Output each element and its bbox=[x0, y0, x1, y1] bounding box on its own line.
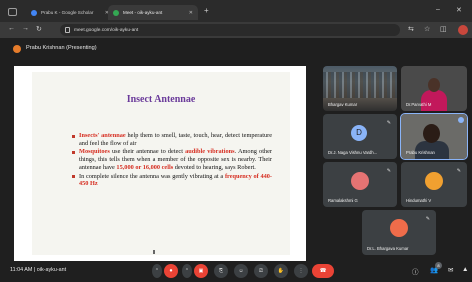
present-screen-button[interactable]: ⎚ bbox=[254, 264, 268, 278]
back-arrow-icon[interactable]: ← bbox=[8, 25, 15, 32]
participant-tile[interactable]: Dr.Parvathi M bbox=[401, 66, 467, 111]
participant-name: Dr.L. Bhargava Kumar bbox=[367, 246, 409, 251]
url-field[interactable]: meet.google.com/oik-ayku-ant bbox=[60, 24, 400, 36]
meeting-time: 11:04 AM | oik-ayku-ant bbox=[10, 267, 66, 273]
participant-avatar bbox=[390, 219, 408, 237]
close-tab-icon[interactable]: ✕ bbox=[189, 10, 193, 16]
tab-label: Prabu K - Google Scholar bbox=[41, 10, 94, 15]
reload-icon[interactable]: ↻ bbox=[36, 25, 42, 33]
browser-tab-bar: Prabu K - Google Scholar ✕ Meet - oik-ay… bbox=[0, 0, 472, 22]
extensions-icon[interactable]: ◫ bbox=[440, 25, 447, 33]
participant-count-badge: 8 bbox=[435, 262, 442, 269]
slide-bullet: Insects' antennae help them to smell, ta… bbox=[72, 132, 272, 148]
highlight-text: 15,000 or 16,000 cells bbox=[116, 164, 174, 172]
classroom-video bbox=[323, 72, 397, 98]
participant-name: Prabu Krishnan bbox=[406, 150, 435, 155]
meet-favicon-icon bbox=[113, 9, 119, 16]
tab-search-icon[interactable] bbox=[8, 8, 17, 16]
participant-face bbox=[428, 78, 440, 92]
translate-icon[interactable]: ⇆ bbox=[408, 25, 414, 33]
participant-name: Dr.J. Naga Vishnu Vardh... bbox=[328, 150, 378, 155]
participant-initial-avatar: D bbox=[351, 125, 367, 141]
url-text: meet.google.com/oik-ayku-ant bbox=[74, 27, 139, 33]
google-scholar-favicon-icon bbox=[31, 9, 37, 16]
activities-icon[interactable]: ▲ bbox=[462, 266, 468, 273]
emoji-reaction-button[interactable]: ☺ bbox=[234, 264, 248, 278]
tab-google-meet[interactable]: Meet - oik-ayku-ant ✕ bbox=[108, 5, 198, 20]
captions-button[interactable]: ⎘ bbox=[214, 264, 228, 278]
tab-label: Meet - oik-ayku-ant bbox=[123, 10, 163, 15]
slide-title: Insect Antennae bbox=[126, 94, 196, 105]
slide-content: Insect Antennae Insects' antennae help t… bbox=[32, 72, 290, 255]
meeting-controls-bar: 11:04 AM | oik-ayku-ant ⌃ ⏺ ⌃ ▣ ⎘ ☺ ⎚ ✋ … bbox=[0, 262, 472, 282]
presenter-bar: Prabu Krishnan (Presenting) bbox=[0, 38, 472, 62]
minimize-icon[interactable]: – bbox=[436, 6, 440, 13]
highlight-text: Mosquitoes bbox=[79, 148, 110, 156]
camera-options-icon[interactable]: ⌃ bbox=[182, 264, 192, 278]
profile-avatar[interactable] bbox=[458, 25, 468, 35]
mic-off-icon: ✎ bbox=[386, 120, 391, 126]
participant-tile[interactable]: Bhargav Kumar bbox=[323, 66, 397, 111]
participant-tile[interactable]: ✎ Dr.L. Bhargava Kumar bbox=[362, 210, 436, 255]
info-icon[interactable]: ⓘ bbox=[412, 266, 419, 276]
bullet-text: In complete silence the antenna was gent… bbox=[79, 172, 225, 180]
participant-avatar bbox=[351, 172, 369, 190]
participant-name: Ramalakshmi G bbox=[328, 198, 358, 203]
tab-google-scholar[interactable]: Prabu K - Google Scholar ✕ bbox=[26, 5, 114, 20]
participant-name: Dr.Parvathi M bbox=[406, 102, 432, 107]
raise-hand-button[interactable]: ✋ bbox=[274, 264, 288, 278]
separator: | bbox=[33, 267, 36, 273]
camera-off-button[interactable]: ▣ bbox=[194, 264, 208, 278]
address-bar: ← → ↻ meet.google.com/oik-ayku-ant ⇆ ☆ ◫ bbox=[0, 22, 472, 38]
speaking-indicator-icon bbox=[458, 117, 464, 123]
close-window-icon[interactable]: ✕ bbox=[456, 6, 462, 14]
more-options-button[interactable]: ⋮ bbox=[294, 264, 308, 278]
bullet-text: use their antennae to detect bbox=[109, 148, 186, 156]
site-info-icon[interactable] bbox=[65, 27, 70, 33]
highlight-text: Insects' antennae bbox=[79, 132, 126, 139]
clock-text: 11:04 AM bbox=[10, 267, 33, 273]
leave-call-button[interactable]: ☎ bbox=[312, 264, 334, 278]
presenter-avatar bbox=[13, 45, 21, 53]
participant-face bbox=[423, 124, 440, 143]
participant-video bbox=[421, 90, 447, 111]
participant-tile[interactable]: ✎ Hindumathi V bbox=[401, 162, 467, 207]
mic-off-icon: ✎ bbox=[456, 168, 461, 174]
presenter-label: Prabu Krishnan (Presenting) bbox=[26, 45, 97, 51]
mic-options-icon[interactable]: ⌃ bbox=[152, 264, 162, 278]
highlight-text: audible vibrations bbox=[185, 148, 235, 156]
bookmark-star-icon[interactable]: ☆ bbox=[424, 25, 430, 33]
mic-off-icon: ✎ bbox=[386, 168, 391, 174]
participant-name: Bhargav Kumar bbox=[328, 102, 358, 107]
bullet-text: devoted to hearing, says Robert. bbox=[173, 164, 256, 172]
forward-arrow-icon[interactable]: → bbox=[22, 25, 29, 32]
meeting-code: oik-ayku-ant bbox=[36, 267, 67, 273]
participant-name: Hindumathi V bbox=[406, 198, 432, 203]
slide-bullet: Mosquitoes use their antennae to detect … bbox=[72, 148, 272, 172]
mic-off-button[interactable]: ⏺ bbox=[164, 264, 178, 278]
slide-mark bbox=[153, 250, 155, 254]
participant-tile[interactable]: ✎ Ramalakshmi G bbox=[323, 162, 397, 207]
participant-tile[interactable]: Prabu Krishnan bbox=[400, 113, 468, 160]
plus-icon[interactable]: + bbox=[204, 6, 209, 15]
participant-avatar bbox=[425, 172, 443, 190]
slide-bullet-list: Insects' antennae help them to smell, ta… bbox=[72, 132, 272, 189]
participant-tile[interactable]: ✎ D Dr.J. Naga Vishnu Vardh... bbox=[323, 114, 397, 159]
shared-screen: Insect Antennae Insects' antennae help t… bbox=[14, 66, 306, 261]
slide-bullet: In complete silence the antenna was gent… bbox=[72, 173, 272, 189]
mic-off-icon: ✎ bbox=[425, 216, 430, 222]
chat-icon[interactable]: ✉ bbox=[448, 266, 453, 274]
